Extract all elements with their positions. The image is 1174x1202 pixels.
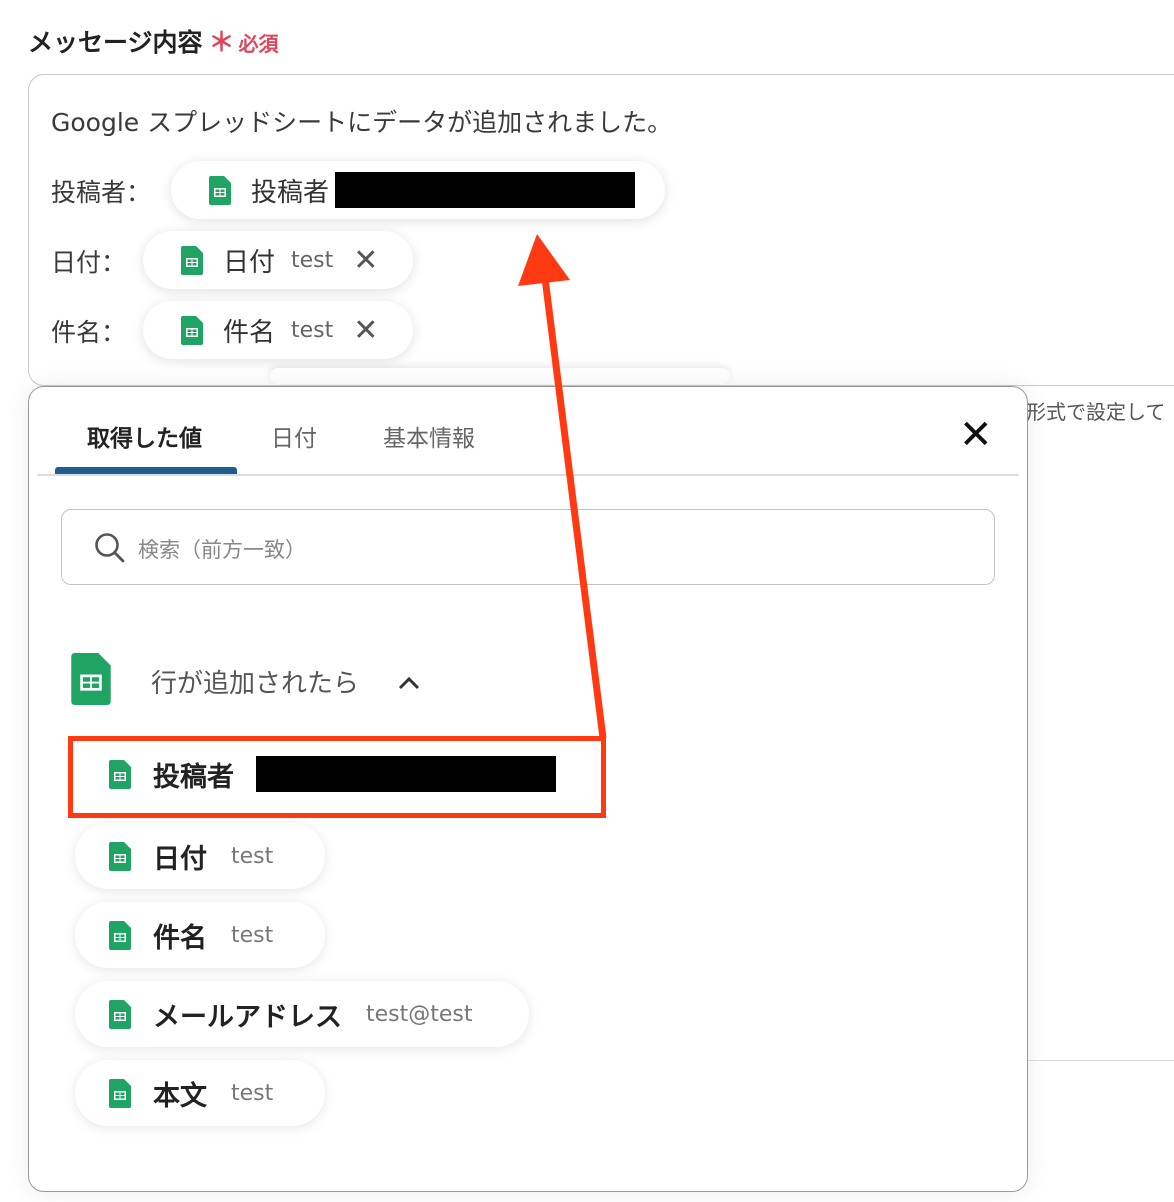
tab-date[interactable]: 日付: [271, 419, 317, 453]
google-sheets-icon: [181, 245, 203, 275]
message-line-label-date: 日付：: [51, 248, 127, 277]
message-textarea[interactable]: Google スプレッドシートにデータが追加されました。 投稿者： 投稿者 日付…: [28, 74, 1174, 386]
search-placeholder: 検索（前方一致）: [138, 538, 306, 562]
tab-bar: 取得した値 日付 基本情報 ✕: [29, 387, 1027, 476]
background-divider: [1028, 1060, 1174, 1061]
message-intro: Google スプレッドシートにデータが追加されました。: [51, 108, 673, 137]
tab-divider: [37, 474, 1019, 476]
item-label: メールアドレス: [153, 1001, 342, 1033]
chevron-up-icon[interactable]: [397, 675, 421, 691]
field-label: メッセージ内容＊必須: [28, 22, 279, 59]
search-input[interactable]: 検索（前方一致）: [61, 509, 995, 585]
item-label: 日付: [153, 843, 207, 875]
list-item-subject[interactable]: 件名 test: [75, 902, 325, 968]
google-sheets-icon: [109, 1078, 131, 1108]
message-line-label-subject: 件名：: [51, 318, 127, 347]
google-sheets-icon: [209, 175, 231, 205]
variable-chip-subject[interactable]: 件名 test ✕: [143, 301, 413, 359]
list-item-date[interactable]: 日付 test: [75, 823, 325, 889]
variable-chip-author[interactable]: 投稿者: [171, 161, 665, 219]
google-sheets-icon: [109, 920, 131, 950]
section-title: 行が追加されたら: [151, 669, 360, 699]
redacted-value: [335, 172, 636, 208]
list-item-email[interactable]: メールアドレス test@test: [75, 981, 529, 1047]
field-label-text: メッセージ内容: [28, 28, 203, 57]
google-sheets-icon: [109, 999, 131, 1029]
chip-label: 日付: [223, 247, 276, 278]
chip-value: test: [291, 247, 334, 273]
item-value: test: [231, 843, 274, 869]
item-label: 件名: [153, 922, 207, 954]
item-value: test@test: [366, 1001, 473, 1027]
variable-chip-date[interactable]: 日付 test ✕: [143, 231, 413, 289]
close-icon[interactable]: ✕: [353, 243, 378, 278]
close-icon[interactable]: ✕: [353, 313, 378, 348]
search-icon: [95, 533, 125, 563]
item-value: test: [231, 922, 274, 948]
tab-retrieved-values[interactable]: 取得した値: [87, 419, 202, 453]
item-value: test: [231, 1080, 274, 1106]
required-star: ＊: [208, 28, 235, 58]
google-sheets-icon: [71, 653, 111, 705]
required-text: 必須: [238, 32, 279, 56]
item-label: 本文: [153, 1080, 207, 1112]
background-hint-text: 形式で設定して: [1026, 400, 1166, 424]
close-icon[interactable]: ✕: [959, 415, 993, 455]
hidden-chip-edge: [270, 368, 730, 384]
google-sheets-icon: [109, 841, 131, 871]
tab-basic-info[interactable]: 基本情報: [383, 419, 475, 453]
message-line-label-author: 投稿者：: [51, 178, 152, 207]
google-sheets-icon: [181, 315, 203, 345]
chip-label: 件名: [223, 317, 276, 348]
active-tab-indicator: [55, 467, 237, 474]
chip-value: test: [291, 317, 334, 343]
list-item-body[interactable]: 本文 test: [75, 1060, 325, 1126]
highlight-box: [68, 736, 606, 818]
chip-label: 投稿者: [251, 177, 330, 208]
